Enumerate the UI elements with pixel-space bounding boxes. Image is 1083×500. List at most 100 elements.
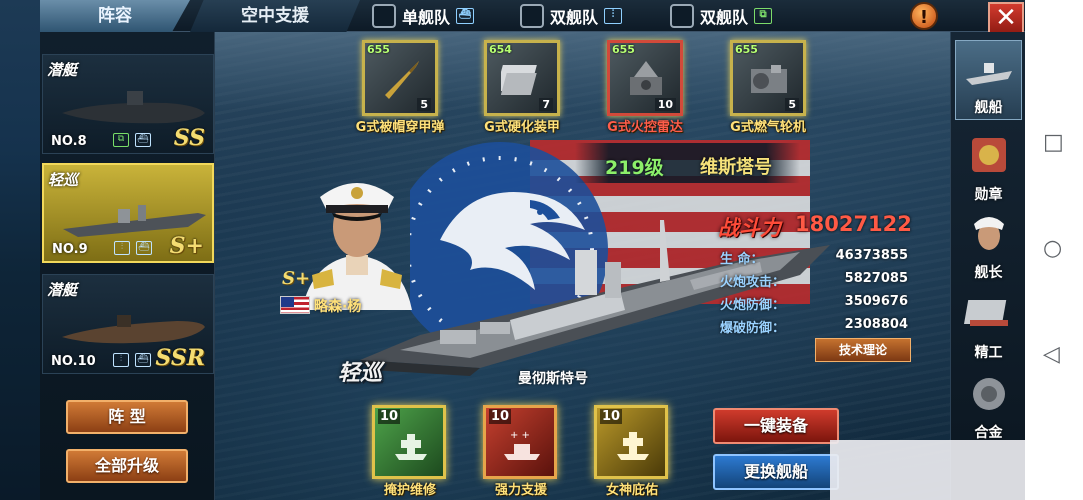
nav-medal[interactable]: 勋章 <box>955 128 1022 208</box>
ship-rank: SS <box>173 125 205 151</box>
ship-rank: S+ <box>169 233 204 259</box>
single-fleet-checkbox[interactable] <box>372 4 396 28</box>
equipment-level: 655 <box>612 43 635 56</box>
ship-type-badge: 轻巡 <box>338 361 383 386</box>
double-fleet-alt-checkbox[interactable] <box>670 4 694 28</box>
sky-background <box>215 30 950 110</box>
upgrade-all-button[interactable]: 全部升级 <box>66 449 188 483</box>
double-fleet-checkbox[interactable] <box>520 4 544 28</box>
goddess-blessing-icon <box>617 432 649 460</box>
refine-icon <box>963 300 1008 326</box>
tech-theory-button[interactable]: 技术理论 <box>815 338 911 362</box>
double-fleet-green-icon: ⧉ <box>754 8 773 24</box>
blue-fleet-icon: ⛴ <box>135 133 151 147</box>
nav-captain[interactable]: 舰长 <box>955 206 1022 286</box>
skill-slot-3[interactable]: 10 <box>594 405 668 479</box>
submarine-icon <box>62 91 205 124</box>
captain-rank: S+ <box>282 268 311 289</box>
skill-name: 强力支援 <box>494 483 547 498</box>
double-fleet-icon: ⫶ <box>604 8 623 24</box>
ship-rank: SSR <box>155 345 205 371</box>
nav-refine[interactable]: 精工 <box>955 286 1022 366</box>
fleet-option-double[interactable]: 双舰队 ⫶ <box>520 2 623 30</box>
stat-label: 火炮防御： <box>720 298 786 313</box>
stat-value: 46373855 <box>835 248 908 263</box>
tab-air-support[interactable]: 空中支援 <box>190 0 360 32</box>
stat-value: 2308804 <box>844 317 908 332</box>
combat-power-label: 战斗力 <box>718 216 781 240</box>
equipment-slot-2[interactable]: 654 7 <box>484 40 560 116</box>
equipment-slot-4[interactable]: 655 5 <box>730 40 806 116</box>
fleet-option-label: 双舰队 <box>700 8 749 27</box>
android-nav-bar: □ ○ ◁ <box>1025 0 1083 500</box>
skill-level: 10 <box>489 409 512 424</box>
close-button[interactable]: ✕ <box>988 2 1024 36</box>
captain-icon <box>973 217 1004 250</box>
fleet-option-single[interactable]: 单舰队 ⛴ <box>372 2 475 30</box>
blurred-overlay <box>830 440 1025 500</box>
formation-button[interactable]: 阵 型 <box>66 400 188 434</box>
blue-fleet-icon: ⛴ <box>135 353 151 367</box>
skill-name: 女神庇佑 <box>605 483 658 498</box>
game-screen: 阵容 空中支援 单舰队 ⛴ 双舰队 ⫶ 双舰队 ⧉ ! ✕ 潜艇 NO.8 ⧉ … <box>0 0 1083 500</box>
stat-label: 生 命： <box>720 252 764 267</box>
stat-value: 3509676 <box>844 294 908 309</box>
ship-icon <box>965 63 1012 85</box>
equipment-name: G式硬化装甲 <box>484 120 560 135</box>
right-nav: 舰船 勋章 舰长 精工 合金 <box>950 32 1025 500</box>
blue-fleet-icon: ⛴ <box>136 241 152 255</box>
stat-gun-defense: 火炮防御： 3509676 <box>720 294 908 314</box>
medal-icon <box>971 138 1006 172</box>
ship-number: NO.8 <box>51 134 87 149</box>
equipment-slot-1[interactable]: 655 5 <box>362 40 438 116</box>
warning-icon[interactable]: ! <box>910 2 938 30</box>
blue-fleet-icon: ⫶ <box>113 353 129 367</box>
fleet-support-icon: + + <box>504 430 540 460</box>
stat-value: 5827085 <box>844 271 908 286</box>
nav-alloy[interactable]: 合金 <box>955 366 1022 446</box>
equip-all-button[interactable]: 一键装备 <box>713 408 839 444</box>
turbine-icon <box>751 65 787 93</box>
captain-name: 略森·杨 <box>314 299 362 315</box>
stat-label: 爆破防御： <box>720 321 786 336</box>
equipment-name: G式燃气轮机 <box>730 120 806 135</box>
single-fleet-icon: ⛴ <box>456 8 475 24</box>
repair-ship-icon <box>395 434 427 460</box>
ship-card-no9[interactable]: 轻巡 NO.9 ⫶ ⛴ S+ <box>42 163 214 263</box>
equipment-name: G式火控雷达 <box>607 120 683 135</box>
ship-fleet-icons: ⫶ ⛴ <box>114 241 152 255</box>
skill-name: 掩护维修 <box>383 483 436 498</box>
ship-type-label: 轻巡 <box>48 171 79 189</box>
alloy-icon <box>972 378 1005 410</box>
fleet-option-double-alt[interactable]: 双舰队 ⧉ <box>670 2 773 30</box>
nav-label: 舰船 <box>974 100 1003 116</box>
stat-blast-defense: 爆破防御： 2308804 <box>720 317 908 337</box>
captain-portrait[interactable] <box>292 165 422 310</box>
top-bar: 阵容 空中支援 单舰队 ⛴ 双舰队 ⫶ 双舰队 ⧉ ! ✕ <box>40 0 1025 36</box>
equipment-count: 7 <box>539 98 553 111</box>
equipment-count: 5 <box>785 98 799 111</box>
equipment-level: 654 <box>489 43 512 56</box>
skill-slot-1[interactable]: 10 <box>372 405 446 479</box>
nav-label: 精工 <box>974 345 1003 361</box>
change-ship-button[interactable]: 更换舰船 <box>713 454 839 490</box>
back-button[interactable]: ◁ <box>1043 344 1060 366</box>
submarine-icon <box>62 315 205 344</box>
equipment-level: 655 <box>367 43 390 56</box>
recent-apps-button[interactable]: □ <box>1043 132 1064 154</box>
nav-ship[interactable]: 舰船 <box>955 40 1022 120</box>
ship-card-no10[interactable]: 潜艇 NO.10 ⫶ ⛴ SSR <box>42 274 214 374</box>
equipment-slot-3[interactable]: 655 10 <box>607 40 683 116</box>
skill-level: 10 <box>600 409 623 424</box>
ship-class: 219级 <box>605 157 664 179</box>
ship-name: 维斯塔号 <box>700 157 772 178</box>
equipment-level: 655 <box>735 43 758 56</box>
us-flag-icon <box>280 296 310 314</box>
ship-type-label: 潜艇 <box>47 281 78 299</box>
tab-lineup[interactable]: 阵容 <box>40 0 190 32</box>
ship-type-label: 潜艇 <box>47 61 78 79</box>
skill-slot-2[interactable]: 10 + + <box>483 405 557 479</box>
home-button[interactable]: ○ <box>1043 238 1062 260</box>
ship-card-no8[interactable]: 潜艇 NO.8 ⧉ ⛴ SS <box>42 54 214 154</box>
blue-fleet-icon: ⫶ <box>114 241 130 255</box>
